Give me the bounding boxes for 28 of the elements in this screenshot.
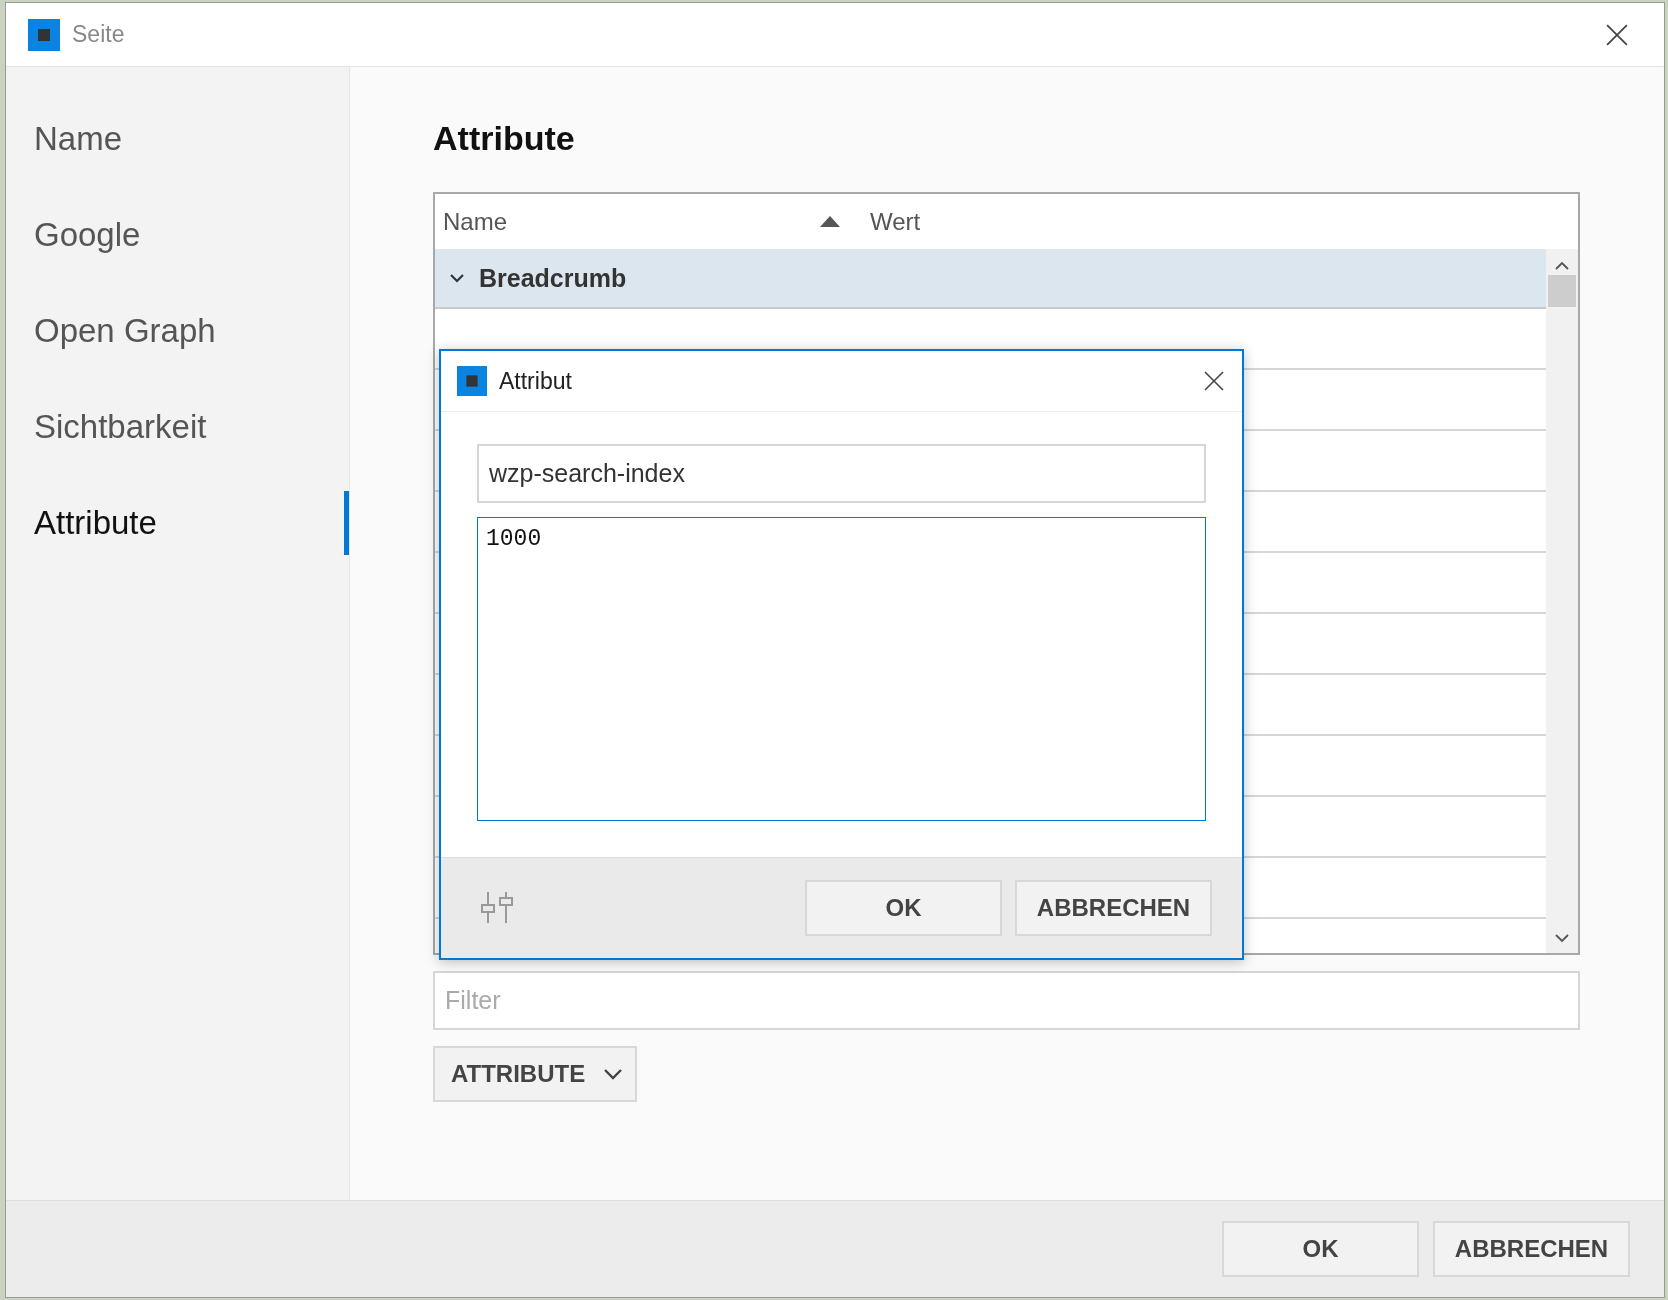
app-icon: [28, 18, 60, 51]
close-icon[interactable]: [1204, 371, 1224, 391]
chevron-down-icon: [603, 1067, 624, 1081]
sidebar-item[interactable]: Sichtbarkeit: [6, 395, 349, 459]
ok-button[interactable]: OK: [1222, 1221, 1419, 1277]
sidebar-item[interactable]: Name: [6, 107, 349, 171]
dialog-title: Attribut: [499, 367, 573, 395]
app-icon: [457, 366, 487, 396]
attribute-type-dropdown[interactable]: ATTRIBUTE: [433, 1046, 638, 1102]
close-icon[interactable]: [1606, 23, 1628, 46]
sidebar-item[interactable]: Attribute: [6, 491, 349, 555]
scrollbar[interactable]: [1546, 249, 1578, 953]
column-header[interactable]: Name: [435, 194, 862, 249]
filter-input-field[interactable]: Filter: [433, 971, 1580, 1030]
scroll-thumb[interactable]: [1548, 275, 1576, 307]
section-heading: Attribute: [433, 119, 576, 158]
sidebar-item[interactable]: Google: [6, 203, 349, 267]
scroll-down-icon[interactable]: [1553, 931, 1571, 945]
value-input-field[interactable]: 1000: [477, 517, 1206, 821]
group-row[interactable]: Breadcrumb: [435, 249, 1546, 309]
column-header[interactable]: Wert: [862, 194, 1578, 249]
ok-button[interactable]: OK: [805, 880, 1002, 936]
cancel-button[interactable]: ABBRECHEN: [1433, 1221, 1630, 1277]
cancel-button[interactable]: ABBRECHEN: [1015, 880, 1212, 936]
window-title: Seite: [72, 21, 126, 48]
sliders-icon[interactable]: [481, 891, 513, 925]
sidebar-item[interactable]: Open Graph: [6, 299, 349, 363]
name-input-field[interactable]: wzp-search-index: [477, 444, 1206, 503]
